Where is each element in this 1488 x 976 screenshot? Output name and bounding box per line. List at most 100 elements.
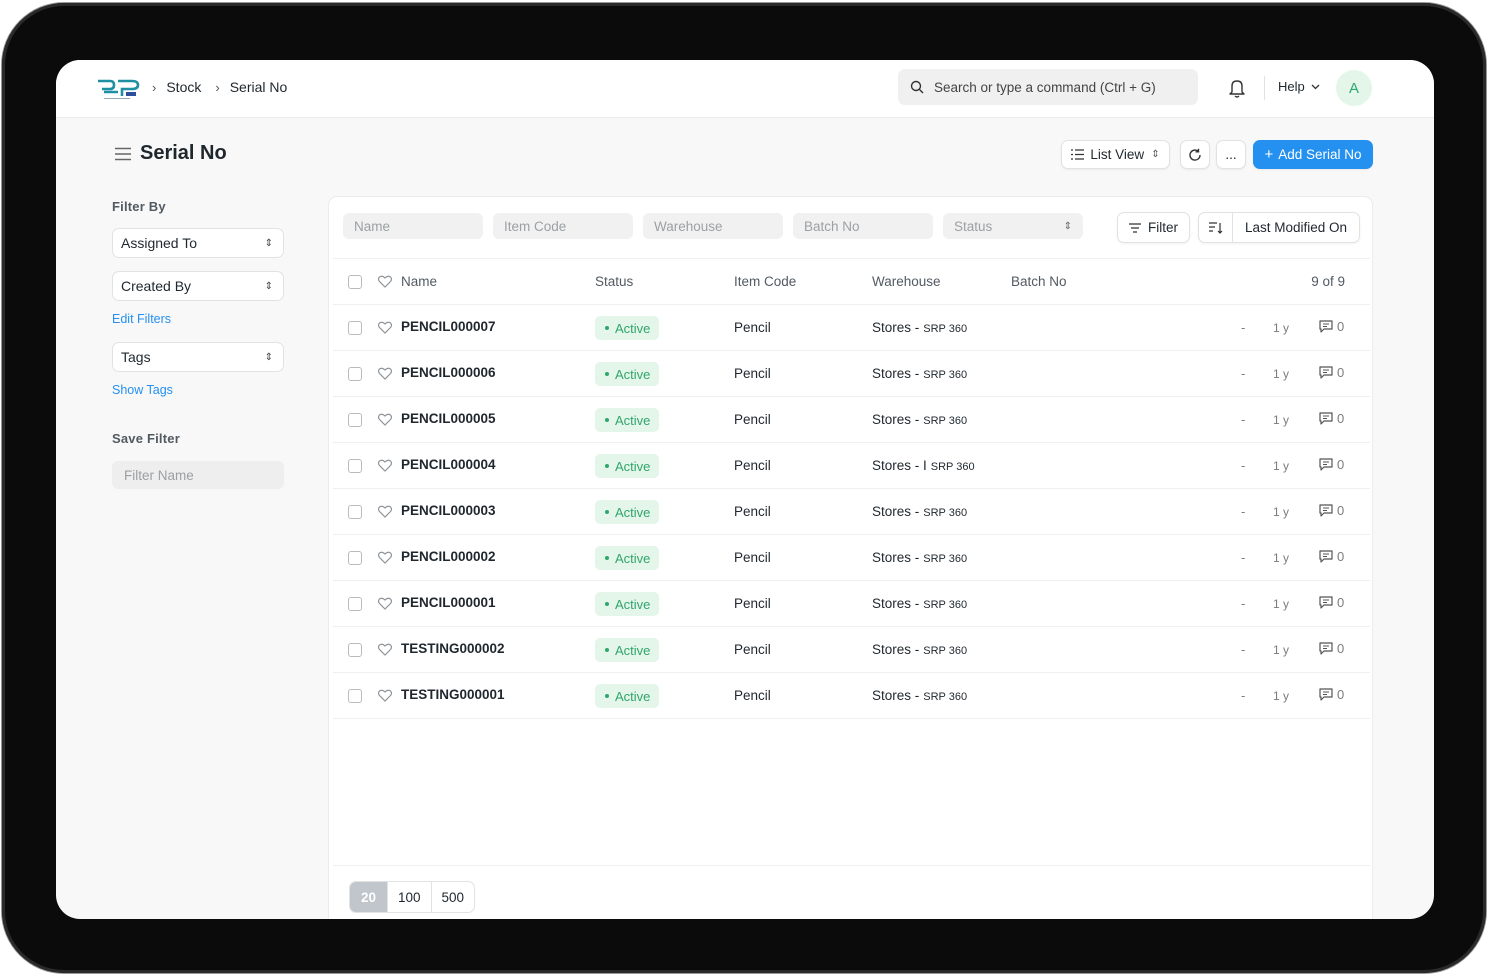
serial-no-name-link[interactable]: PENCIL000005: [401, 411, 496, 426]
page-size-100[interactable]: 100: [388, 882, 432, 912]
status-dot-icon: [605, 418, 609, 422]
filter-button[interactable]: Filter: [1117, 212, 1190, 243]
sort-selector: Last Modified On: [1198, 212, 1360, 243]
table-row[interactable]: PENCIL000004 Active Pencil Stores - I SRP 36…: [333, 443, 1370, 489]
breadcrumb-serial-no[interactable]: Serial No: [230, 79, 288, 95]
tags-select[interactable]: Tags ⇕: [112, 342, 284, 372]
row-checkbox[interactable]: [348, 505, 362, 519]
row-checkbox[interactable]: [348, 413, 362, 427]
search-icon: [910, 80, 924, 94]
table-row[interactable]: TESTING000002 Active Pencil Stores - SRP 360…: [333, 627, 1370, 673]
comment-count[interactable]: 0: [1319, 319, 1344, 334]
row-checkbox[interactable]: [348, 551, 362, 565]
heart-icon[interactable]: [378, 367, 392, 380]
heart-icon[interactable]: [378, 275, 392, 288]
comment-count[interactable]: 0: [1319, 641, 1344, 656]
table-row[interactable]: PENCIL000001 Active Pencil Stores - SRP 360 -…: [333, 581, 1370, 627]
modified-time: 1 y: [1273, 597, 1290, 611]
search-bar[interactable]: Search or type a command (Ctrl + G): [898, 69, 1198, 105]
comment-count[interactable]: 0: [1319, 687, 1344, 702]
select-all-checkbox[interactable]: [348, 275, 362, 289]
status-badge[interactable]: Active: [595, 500, 660, 524]
status-text: Active: [615, 366, 651, 382]
created-by-select[interactable]: Created By ⇕: [112, 271, 284, 301]
item-code-cell: Pencil: [734, 504, 771, 519]
heart-icon[interactable]: [378, 597, 392, 610]
status-badge[interactable]: Active: [595, 684, 660, 708]
table-row[interactable]: PENCIL000003 Active Pencil Stores - SRP 360 -…: [333, 489, 1370, 535]
status-text: Active: [615, 688, 651, 704]
row-checkbox[interactable]: [348, 321, 362, 335]
bell-icon[interactable]: [1228, 78, 1246, 98]
assigned-to-select[interactable]: Assigned To ⇕: [112, 228, 284, 258]
help-dropdown[interactable]: Help: [1278, 79, 1320, 94]
comment-count-value: 0: [1337, 641, 1345, 656]
heart-icon[interactable]: [378, 643, 392, 656]
serial-no-name-link[interactable]: TESTING000001: [401, 687, 505, 702]
status-badge[interactable]: Active: [595, 316, 660, 340]
row-checkbox[interactable]: [348, 643, 362, 657]
serial-no-name-link[interactable]: PENCIL000002: [401, 549, 496, 564]
status-filter-select[interactable]: Status ⇕: [943, 213, 1083, 239]
comment-count[interactable]: 0: [1319, 503, 1344, 518]
sort-order-button[interactable]: [1199, 213, 1233, 242]
add-serial-no-button[interactable]: + Add Serial No: [1253, 140, 1373, 169]
comment-count[interactable]: 0: [1319, 457, 1344, 472]
status-badge[interactable]: Active: [595, 362, 660, 386]
serial-no-name-link[interactable]: PENCIL000001: [401, 595, 496, 610]
status-badge[interactable]: Active: [595, 592, 660, 616]
navbar: › Stock › Serial No Search or type a com…: [56, 60, 1434, 118]
edit-filters-link[interactable]: Edit Filters: [112, 312, 171, 326]
row-checkbox[interactable]: [348, 689, 362, 703]
status-badge[interactable]: Active: [595, 408, 660, 432]
breadcrumb-stock[interactable]: Stock: [166, 79, 201, 95]
name-filter-input[interactable]: Name: [343, 213, 483, 239]
comment-icon: [1319, 596, 1333, 609]
batch-no-filter-input[interactable]: Batch No: [793, 213, 933, 239]
item-code-cell: Pencil: [734, 458, 771, 473]
warehouse-filter-input[interactable]: Warehouse: [643, 213, 783, 239]
filter-button-label: Filter: [1148, 220, 1178, 235]
table-row[interactable]: PENCIL000005 Active Pencil Stores - SRP 360 -…: [333, 397, 1370, 443]
heart-icon[interactable]: [378, 505, 392, 518]
status-badge[interactable]: Active: [595, 546, 660, 570]
row-checkbox[interactable]: [348, 459, 362, 473]
list-view-button[interactable]: List View ⇕: [1061, 140, 1170, 169]
comment-count[interactable]: 0: [1319, 411, 1344, 426]
sidebar-toggle-icon[interactable]: [114, 147, 132, 161]
serial-no-name-link[interactable]: PENCIL000004: [401, 457, 496, 472]
row-checkbox[interactable]: [348, 597, 362, 611]
page-size-500[interactable]: 500: [432, 882, 475, 912]
serial-no-name-link[interactable]: TESTING000002: [401, 641, 505, 656]
avatar[interactable]: A: [1336, 70, 1372, 106]
heart-icon[interactable]: [378, 321, 392, 334]
sort-field-button[interactable]: Last Modified On: [1233, 213, 1359, 242]
modified-time: 1 y: [1273, 689, 1290, 703]
filter-name-input[interactable]: Filter Name: [112, 461, 284, 489]
item-code-filter-input[interactable]: Item Code: [493, 213, 633, 239]
heart-icon[interactable]: [378, 413, 392, 426]
serial-no-name-link[interactable]: PENCIL000006: [401, 365, 496, 380]
more-actions-button[interactable]: ...: [1216, 140, 1246, 169]
page-size-20[interactable]: 20: [350, 882, 388, 912]
status-badge[interactable]: Active: [595, 638, 660, 662]
status-badge[interactable]: Active: [595, 454, 660, 478]
warehouse-cell: Stores - SRP 360: [872, 596, 967, 611]
heart-icon[interactable]: [378, 551, 392, 564]
table-row[interactable]: PENCIL000006 Active Pencil Stores - SRP 360 -…: [333, 351, 1370, 397]
show-tags-link[interactable]: Show Tags: [112, 383, 173, 397]
refresh-button[interactable]: [1180, 140, 1210, 169]
comment-count[interactable]: 0: [1319, 595, 1344, 610]
table-row[interactable]: PENCIL000007 Active Pencil Stores - SRP 360 -…: [333, 305, 1370, 351]
sort-descending-icon: [1208, 221, 1222, 234]
heart-icon[interactable]: [378, 459, 392, 472]
table-row[interactable]: PENCIL000002 Active Pencil Stores - SRP 360 -…: [333, 535, 1370, 581]
serial-no-name-link[interactable]: PENCIL000003: [401, 503, 496, 518]
row-checkbox[interactable]: [348, 367, 362, 381]
company-logo[interactable]: [96, 76, 140, 102]
heart-icon[interactable]: [378, 689, 392, 702]
comment-count[interactable]: 0: [1319, 549, 1344, 564]
table-row[interactable]: TESTING000001 Active Pencil Stores - SRP 360…: [333, 673, 1370, 719]
comment-count[interactable]: 0: [1319, 365, 1344, 380]
serial-no-name-link[interactable]: PENCIL000007: [401, 319, 496, 334]
